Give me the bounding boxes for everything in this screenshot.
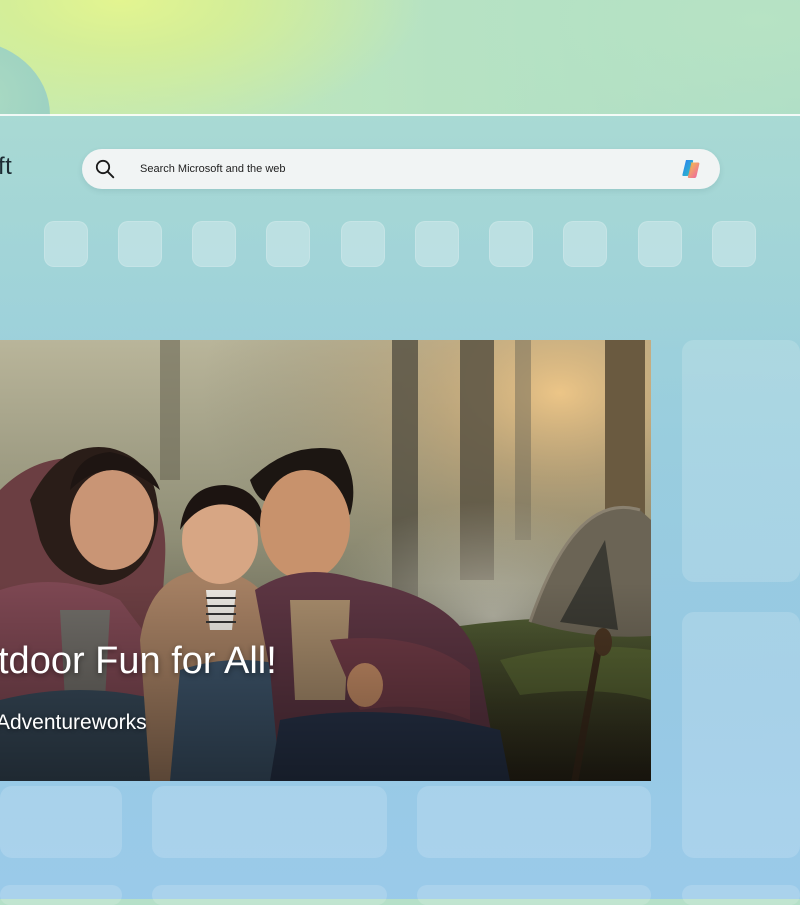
feed-card-placeholder[interactable] xyxy=(417,885,651,905)
hero-title[interactable]: tdoor Fun for All! xyxy=(0,640,277,683)
feed-card-placeholder[interactable] xyxy=(0,885,122,905)
quick-link-tile[interactable] xyxy=(563,221,607,267)
hero-source[interactable]: Adventureworks xyxy=(0,711,147,735)
feed-card-placeholder[interactable] xyxy=(0,786,122,858)
feed-card-placeholder[interactable] xyxy=(417,786,651,858)
feed-card-placeholder[interactable] xyxy=(682,340,800,582)
quick-link-tile[interactable] xyxy=(44,221,88,267)
feed-card-placeholder[interactable] xyxy=(152,786,387,858)
search-input[interactable] xyxy=(140,157,660,181)
feed-card-placeholder[interactable] xyxy=(152,885,387,905)
microsoft-logo-text[interactable]: ft xyxy=(0,153,12,181)
quick-link-tile[interactable] xyxy=(192,221,236,267)
wallpaper-swirl xyxy=(0,40,50,116)
search-bar[interactable] xyxy=(82,149,720,189)
search-icon[interactable] xyxy=(95,159,115,179)
quick-link-tile[interactable] xyxy=(489,221,533,267)
feed-card-placeholder[interactable] xyxy=(682,612,800,858)
quick-link-tile[interactable] xyxy=(266,221,310,267)
feed-card-placeholder[interactable] xyxy=(682,885,800,905)
quick-link-tile[interactable] xyxy=(638,221,682,267)
quick-link-tile[interactable] xyxy=(118,221,162,267)
copilot-icon[interactable] xyxy=(680,158,702,180)
wallpaper-top xyxy=(0,0,800,116)
quick-links xyxy=(44,221,764,267)
quick-link-tile[interactable] xyxy=(712,221,756,267)
quick-link-tile[interactable] xyxy=(341,221,385,267)
quick-link-tile[interactable] xyxy=(415,221,459,267)
